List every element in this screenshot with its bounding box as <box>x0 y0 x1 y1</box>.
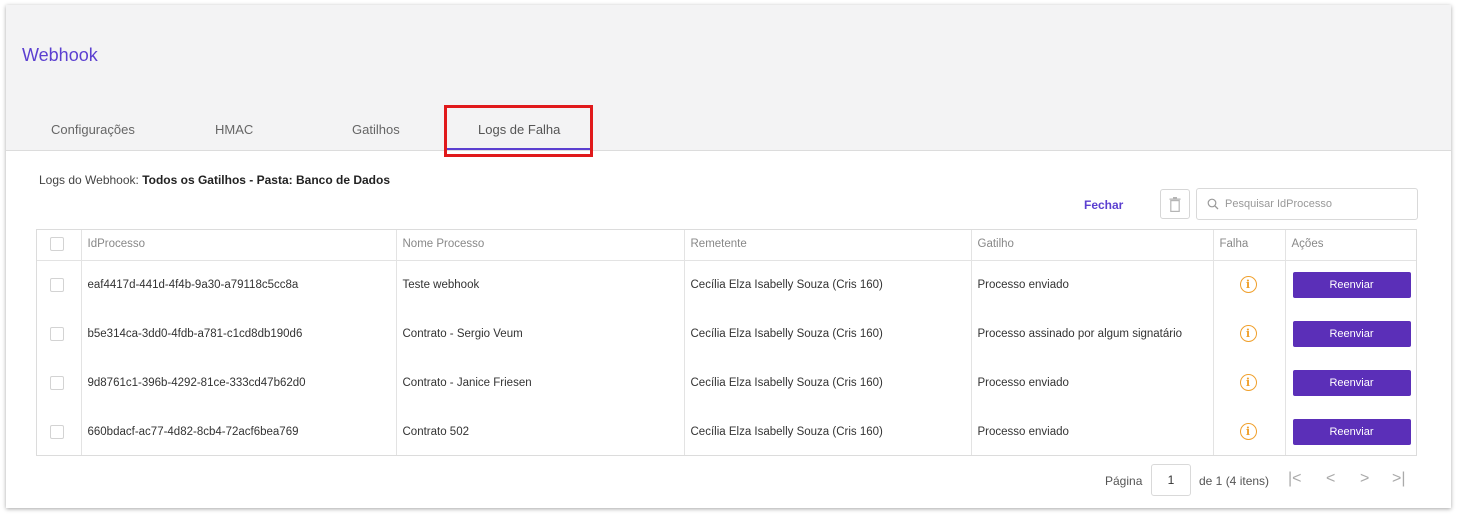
search-input[interactable] <box>1225 198 1405 210</box>
cell-gatilho: Processo enviado <box>971 358 1214 407</box>
cell-acoes: Reenviar <box>1285 358 1417 407</box>
reenviar-button[interactable]: Reenviar <box>1292 320 1411 347</box>
col-falha: Falha <box>1213 229 1286 261</box>
cell-falha: i <box>1213 407 1286 456</box>
webhook-panel: Webhook Configurações HMAC Gatilhos Logs… <box>6 5 1451 508</box>
row-select-cell <box>36 358 82 407</box>
table-row: 9d8761c1-396b-4292-81ce-333cd47b62d0 Con… <box>36 358 1417 407</box>
search-box[interactable] <box>1196 188 1418 220</box>
reenviar-button[interactable]: Reenviar <box>1292 271 1411 298</box>
logs-heading: Logs do Webhook: Todos os Gatilhos - Pas… <box>39 173 390 187</box>
table-row: 660bdacf-ac77-4d82-8cb4-72acf6bea769 Con… <box>36 407 1417 456</box>
page-label: Página <box>1105 474 1143 488</box>
cell-gatilho: Processo enviado <box>971 260 1214 309</box>
header-bar: Webhook Configurações HMAC Gatilhos Logs… <box>6 5 1451 151</box>
cell-acoes: Reenviar <box>1285 407 1417 456</box>
cell-nome-processo: Contrato - Sergio Veum <box>396 309 685 358</box>
row-select-cell <box>36 260 82 309</box>
info-icon[interactable]: i <box>1239 325 1257 342</box>
tab-configuracoes[interactable]: Configurações <box>51 122 135 137</box>
page-count-text: de 1 (4 itens) <box>1199 474 1270 488</box>
cell-acoes: Reenviar <box>1285 260 1417 309</box>
info-icon[interactable]: i <box>1239 276 1257 294</box>
tab-bar: Configurações HMAC Gatilhos Logs de Falh… <box>6 122 1451 151</box>
cell-falha: i <box>1213 358 1286 407</box>
cell-gatilho: Processo assinado por algum signatário <box>971 309 1214 358</box>
cell-acoes: Reenviar <box>1285 309 1417 358</box>
page-title: Webhook <box>22 45 98 65</box>
pagination: Página de 1 (4 itens) |< < > >| <box>6 460 1451 500</box>
logs-heading-prefix: Logs do Webhook: <box>39 173 143 187</box>
reenviar-button[interactable]: Reenviar <box>1292 369 1411 396</box>
reenviar-button[interactable]: Reenviar <box>1292 418 1411 445</box>
last-page-icon[interactable]: >| <box>1392 470 1406 488</box>
cell-falha: i <box>1213 260 1286 309</box>
col-idprocesso[interactable]: IdProcesso <box>81 229 397 261</box>
row-select-cell <box>36 309 82 358</box>
cell-idprocesso: 660bdacf-ac77-4d82-8cb4-72acf6bea769 <box>81 407 397 456</box>
select-all-checkbox[interactable] <box>50 237 64 252</box>
close-button[interactable]: Fechar <box>1084 198 1123 212</box>
col-acoes: Ações <box>1285 229 1417 261</box>
table-header-row: IdProcesso Nome Processo Remetente Gatil… <box>36 229 1417 261</box>
logs-heading-context: Todos os Gatilhos - Pasta: Banco de Dado… <box>142 173 391 187</box>
table-row: eaf4417d-441d-4f4b-9a30-a79118c5cc8a Tes… <box>36 260 1417 309</box>
logs-table: IdProcesso Nome Processo Remetente Gatil… <box>36 229 1417 456</box>
col-nome-processo[interactable]: Nome Processo <box>396 229 685 261</box>
table-row: b5e314ca-3dd0-4fdb-a781-c1cd8db190d6 Con… <box>36 309 1417 358</box>
cell-idprocesso: eaf4417d-441d-4f4b-9a30-a79118c5cc8a <box>81 260 397 309</box>
row-checkbox[interactable] <box>50 326 64 341</box>
cell-nome-processo: Teste webhook <box>396 260 685 309</box>
cell-remetente: Cecília Elza Isabelly Souza (Cris 160) <box>684 309 972 358</box>
row-checkbox[interactable] <box>50 277 64 292</box>
highlight-annotation <box>444 105 593 157</box>
row-checkbox[interactable] <box>50 424 64 439</box>
cell-idprocesso: b5e314ca-3dd0-4fdb-a781-c1cd8db190d6 <box>81 309 397 358</box>
search-icon <box>1207 198 1219 210</box>
col-remetente[interactable]: Remetente <box>684 229 972 261</box>
delete-button[interactable] <box>1160 189 1190 219</box>
cell-falha: i <box>1213 309 1286 358</box>
cell-gatilho: Processo enviado <box>971 407 1214 456</box>
info-icon[interactable]: i <box>1239 423 1257 440</box>
cell-remetente: Cecília Elza Isabelly Souza (Cris 160) <box>684 407 972 456</box>
prev-page-icon[interactable]: < <box>1326 470 1335 488</box>
trash-icon <box>1169 196 1181 212</box>
first-page-icon[interactable]: |< <box>1288 470 1302 488</box>
info-icon[interactable]: i <box>1239 374 1257 391</box>
row-select-cell <box>36 407 82 456</box>
col-gatilho[interactable]: Gatilho <box>971 229 1214 261</box>
next-page-icon[interactable]: > <box>1360 470 1369 488</box>
tab-hmac[interactable]: HMAC <box>215 122 253 137</box>
page-number-input[interactable] <box>1151 464 1191 496</box>
cell-idprocesso: 9d8761c1-396b-4292-81ce-333cd47b62d0 <box>81 358 397 407</box>
cell-nome-processo: Contrato 502 <box>396 407 685 456</box>
tab-gatilhos[interactable]: Gatilhos <box>352 122 400 137</box>
select-all-cell <box>36 229 82 261</box>
row-checkbox[interactable] <box>50 375 64 390</box>
cell-remetente: Cecília Elza Isabelly Souza (Cris 160) <box>684 260 972 309</box>
cell-remetente: Cecília Elza Isabelly Souza (Cris 160) <box>684 358 972 407</box>
cell-nome-processo: Contrato - Janice Friesen <box>396 358 685 407</box>
